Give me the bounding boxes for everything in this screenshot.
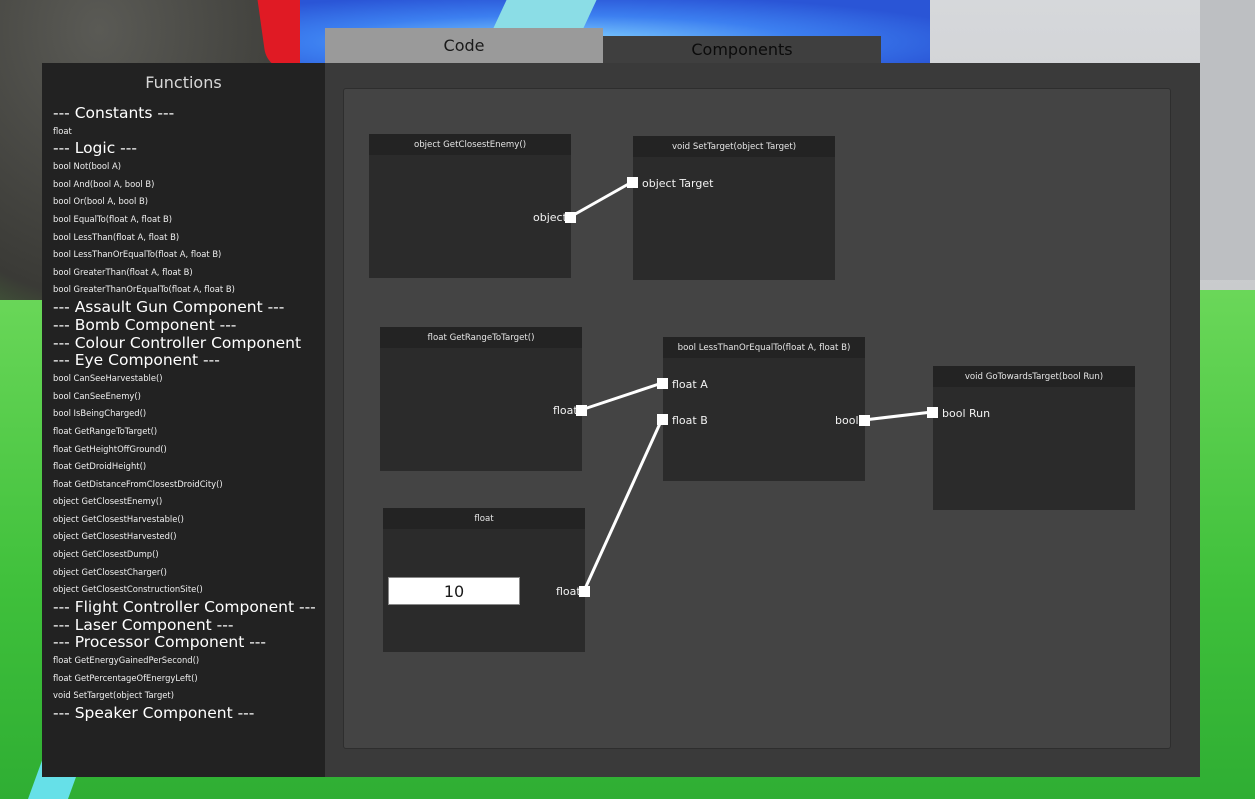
function-section-header: --- Constants --- [53, 104, 175, 122]
input-port-label: object Target [642, 177, 714, 190]
function-item[interactable]: object GetClosestHarvested() [53, 528, 323, 546]
node-less-than-or-equal-to[interactable]: bool LessThanOrEqualTo(float A, float B) [663, 337, 865, 481]
function-item[interactable]: bool LessThanOrEqualTo(float A, float B) [53, 246, 323, 264]
input-port-a-label: float A [672, 378, 708, 391]
function-section-header: --- Speaker Component --- [53, 704, 255, 723]
output-port[interactable] [576, 405, 587, 416]
function-item[interactable]: bool LessThan(float A, float B) [53, 229, 323, 247]
function-item[interactable]: object GetClosestCharger() [53, 564, 323, 582]
output-port[interactable] [579, 586, 590, 597]
function-item[interactable]: float GetDistanceFromClosestDroidCity() [53, 476, 323, 494]
input-port[interactable] [927, 407, 938, 418]
tab-components[interactable]: Components [603, 36, 881, 63]
node-title: float GetRangeToTarget() [380, 327, 582, 348]
node-title: bool LessThanOrEqualTo(float A, float B) [663, 337, 865, 358]
function-item[interactable]: float GetPercentageOfEnergyLeft() [53, 670, 323, 688]
grey-wall [1200, 0, 1255, 280]
output-port-label: object [533, 211, 567, 224]
function-item[interactable]: bool Or(bool A, bool B) [53, 193, 323, 211]
output-port-label: float [556, 585, 581, 598]
function-item[interactable]: object GetClosestEnemy() [53, 493, 323, 511]
output-port[interactable] [859, 415, 870, 426]
node-set-target[interactable]: void SetTarget(object Target) [633, 136, 835, 280]
output-port-label: bool [835, 414, 859, 427]
function-item[interactable]: float GetEnergyGainedPerSecond() [53, 652, 323, 670]
function-item[interactable]: bool GreaterThanOrEqualTo(float A, float… [53, 281, 323, 299]
output-port[interactable] [565, 212, 576, 223]
node-get-range-to-target[interactable]: float GetRangeToTarget() [380, 327, 582, 471]
function-section-header: --- Laser Component --- [53, 615, 234, 634]
function-item[interactable]: bool CanSeeEnemy() [53, 388, 323, 406]
function-item[interactable]: float GetDroidHeight() [53, 458, 323, 476]
float-value-input[interactable]: 10 [388, 577, 520, 605]
function-item[interactable]: bool IsBeingCharged() [53, 405, 323, 423]
node-title: object GetClosestEnemy() [369, 134, 571, 155]
function-item[interactable]: float [53, 123, 323, 141]
function-item[interactable]: bool GreaterThan(float A, float B) [53, 264, 323, 282]
function-item[interactable]: float GetRangeToTarget() [53, 423, 323, 441]
function-section-header: --- Assault Gun Component --- [53, 297, 285, 316]
function-item[interactable]: float GetHeightOffGround() [53, 441, 323, 459]
node-get-closest-enemy[interactable]: object GetClosestEnemy() [369, 134, 571, 278]
input-port-label: bool Run [942, 407, 991, 420]
input-port-b[interactable] [657, 414, 668, 425]
input-port-a[interactable] [657, 378, 668, 389]
function-item[interactable]: bool Not(bool A) [53, 158, 323, 176]
function-item[interactable]: bool CanSeeHarvestable() [53, 370, 323, 388]
node-go-towards-target[interactable]: void GoTowardsTarget(bool Run) [933, 366, 1135, 510]
function-section-header: --- Bomb Component --- [53, 315, 237, 334]
functions-panel: Functions --- Constants --- float --- Logi… [42, 63, 325, 777]
node-title: float [383, 508, 585, 529]
input-port-b-label: float B [672, 414, 708, 427]
output-port-label: float [553, 404, 578, 417]
functions-title: Functions [145, 73, 222, 92]
cyan-shard [493, 0, 597, 28]
function-item[interactable]: void SetTarget(object Target) [53, 687, 323, 705]
function-item[interactable]: object GetClosestHarvestable() [53, 511, 323, 529]
tab-code[interactable]: Code [325, 28, 603, 63]
function-item[interactable]: bool And(bool A, bool B) [53, 176, 323, 194]
function-section-header: --- Processor Component --- [53, 633, 266, 652]
node-title: void SetTarget(object Target) [633, 136, 835, 157]
input-port[interactable] [627, 177, 638, 188]
function-section-header: --- Logic --- [53, 139, 137, 158]
function-item[interactable]: bool EqualTo(float A, float B) [53, 211, 323, 229]
function-section-header: --- Eye Component --- [53, 351, 220, 370]
node-title: void GoTowardsTarget(bool Run) [933, 366, 1135, 387]
function-item[interactable]: object GetClosestDump() [53, 546, 323, 564]
function-section-header: --- Flight Controller Component --- [53, 597, 316, 616]
functions-list: --- Constants --- float --- Logic --- bool … [53, 104, 323, 723]
function-item[interactable]: object GetClosestConstructionSite() [53, 581, 323, 599]
function-section-header: --- Colour Controller Component [53, 333, 302, 352]
